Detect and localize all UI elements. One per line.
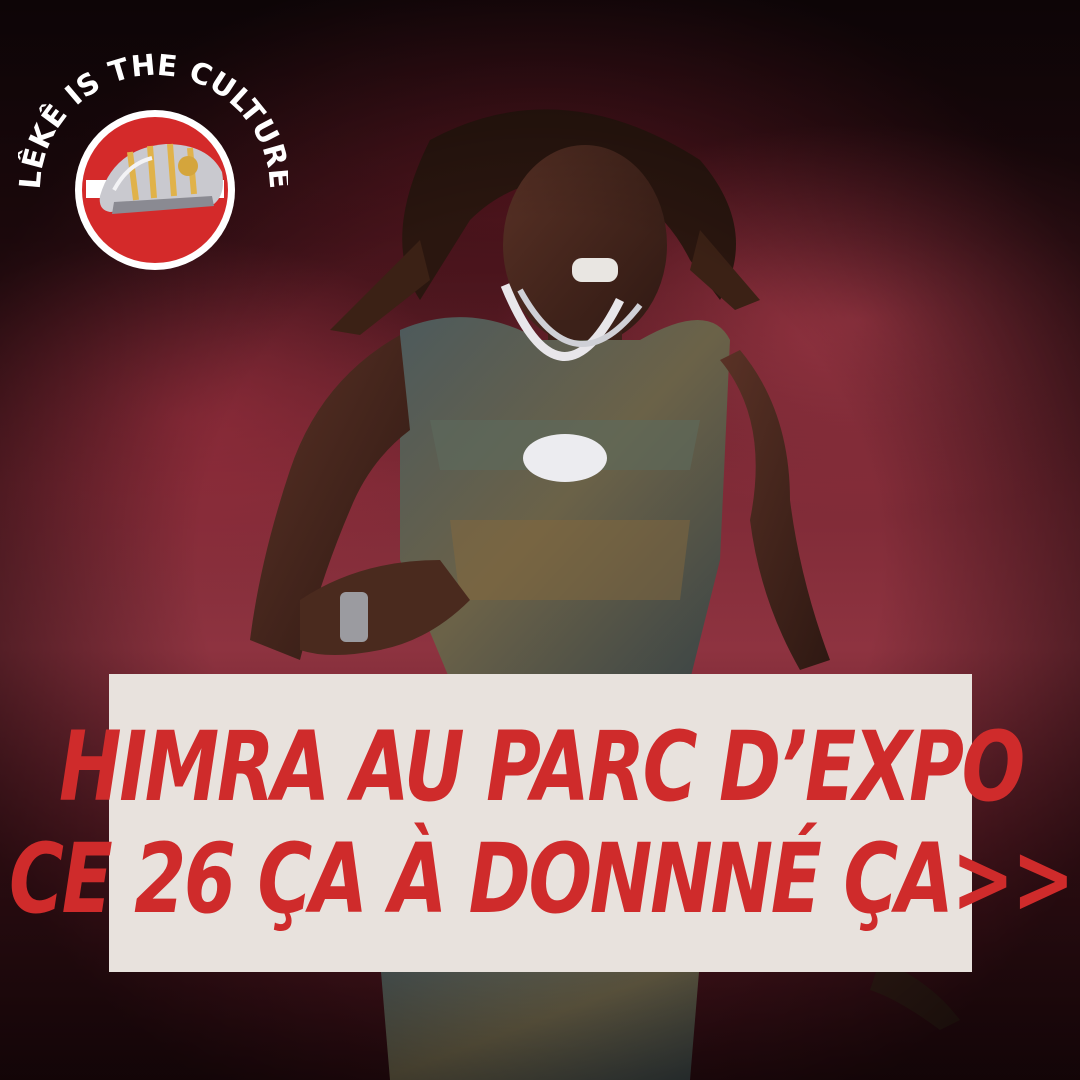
- headline-line-1: HIMRA AU PARC D’EXPO: [58, 711, 1024, 823]
- headline-panel: HIMRA AU PARC D’EXPO CE 26 ÇA À DONNNÉ Ç…: [9, 674, 1075, 972]
- brand-logo: LÊKÊ IS THE CULTURE: [18, 48, 288, 270]
- sandal-icon: [75, 110, 235, 270]
- headline-line-2: CE 26 ÇA À DONNNÉ ÇA>>: [8, 823, 1075, 935]
